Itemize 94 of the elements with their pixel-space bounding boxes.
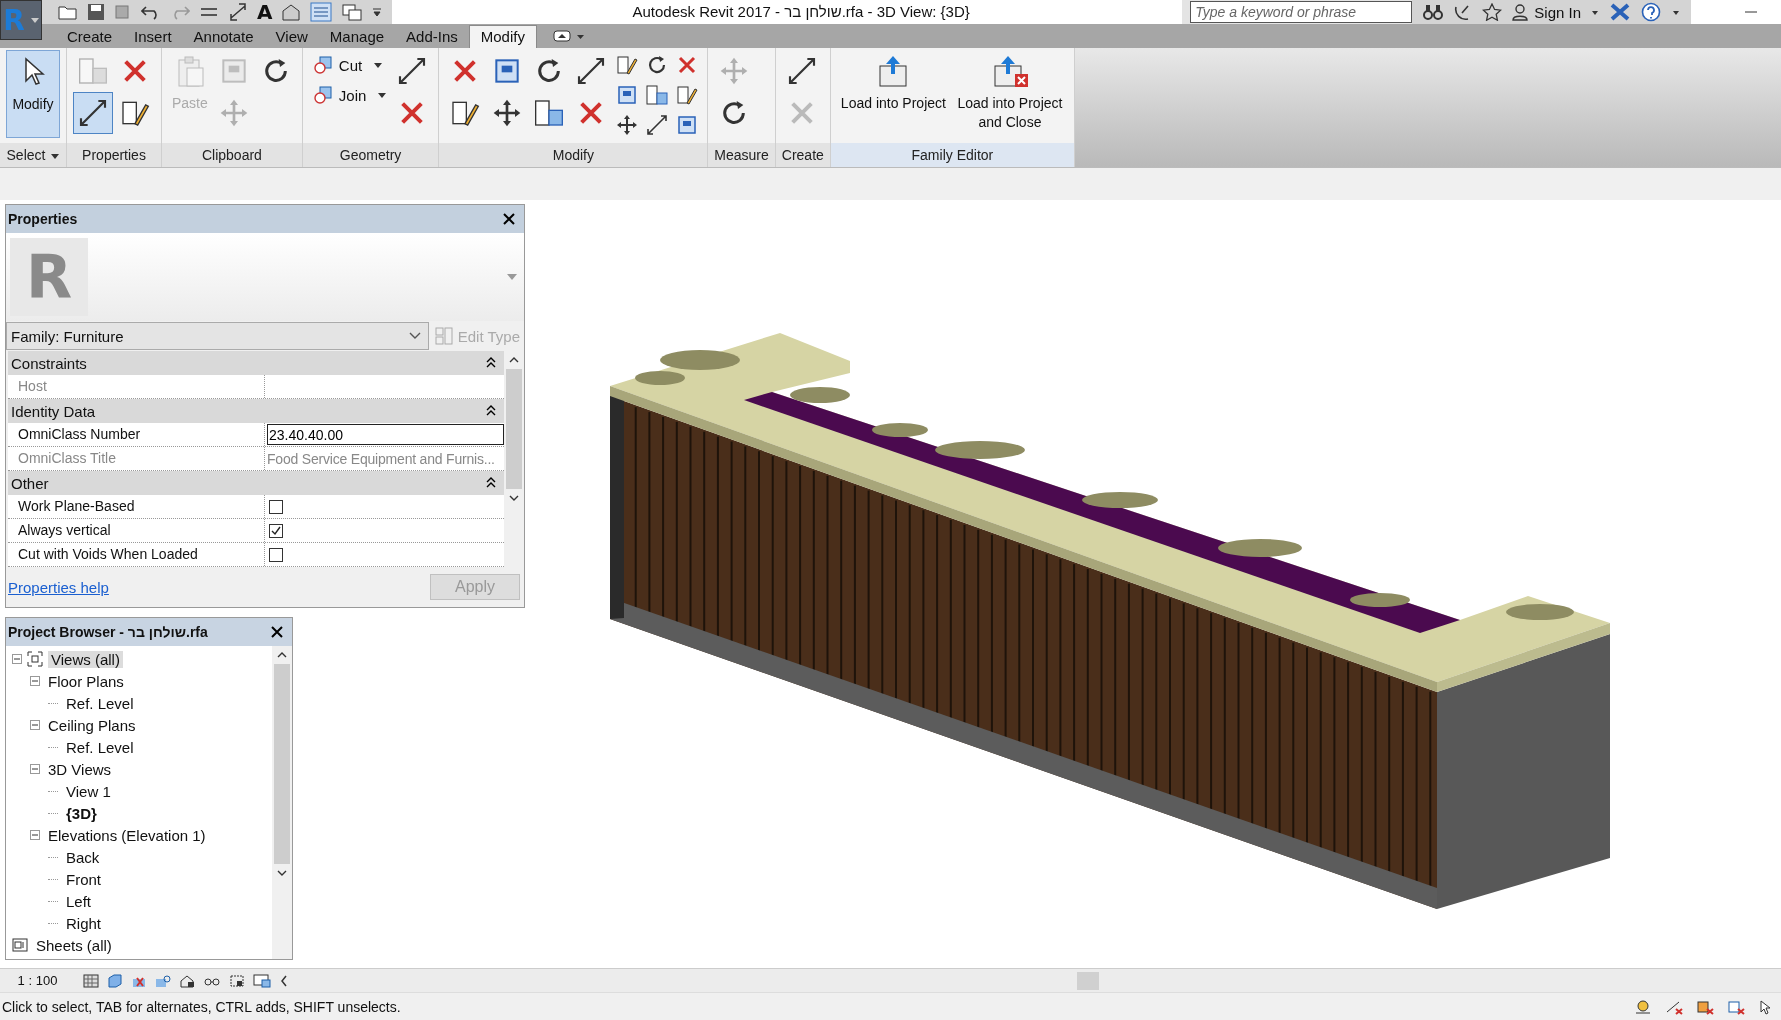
property-value-field[interactable]: 23.40.40.00 (267, 424, 504, 445)
help-icon[interactable] (1640, 2, 1662, 22)
tree-item[interactable]: Ref. Level (63, 738, 137, 756)
text-tool-icon[interactable]: A (257, 2, 273, 22)
collapse-icon[interactable] (486, 405, 496, 417)
collapse-icon[interactable] (486, 477, 496, 489)
tree-item[interactable]: Floor Plans (45, 672, 127, 690)
panel-title: Project Browser - שולחן בר.rfa (8, 624, 208, 640)
close-icon[interactable] (502, 212, 516, 226)
scroll-thumb[interactable] (274, 664, 290, 864)
ribbon-tab[interactable]: Insert (123, 26, 183, 48)
tree-item[interactable]: View 1 (63, 782, 114, 800)
property-value: Food Service Equipment and Furnis... (267, 450, 495, 467)
display-icon[interactable] (253, 973, 271, 988)
panel-label[interactable]: Create (775, 143, 830, 167)
tree-item[interactable]: Ref. Level (63, 694, 137, 712)
ribbon-tab[interactable]: Manage (318, 26, 396, 48)
checkbox[interactable] (269, 523, 283, 538)
panel-label[interactable]: Properties (67, 143, 161, 167)
lock-icon[interactable] (179, 973, 195, 988)
shapes-icon (312, 55, 333, 75)
views-icon (27, 651, 43, 667)
scroll-thumb[interactable] (506, 369, 522, 489)
panel-label[interactable]: Clipboard (162, 143, 302, 167)
panel-label[interactable]: Modify (439, 143, 708, 167)
ribbon-tab[interactable]: Modify (468, 25, 537, 48)
tree-item[interactable]: Left (63, 892, 95, 910)
star-icon[interactable] (1482, 3, 1503, 21)
windows-icon[interactable] (341, 3, 364, 21)
edit-type-icon (434, 327, 453, 345)
tree-item[interactable]: Front (63, 870, 104, 888)
chevron-left-icon[interactable] (279, 973, 289, 988)
ribbon-tab[interactable]: Annotate (182, 26, 265, 48)
select-underlay-icon[interactable] (1695, 998, 1715, 1015)
panel-label[interactable]: Measure (708, 143, 775, 167)
ribbon-button[interactable]: Modify (6, 50, 60, 138)
property-label: OmniClass Title (8, 447, 265, 470)
binoculars-icon[interactable] (1422, 3, 1445, 21)
panel-title: Properties (8, 211, 78, 227)
collapse-icon[interactable] (486, 357, 496, 369)
dimension-icon[interactable] (228, 3, 248, 21)
panel-label[interactable]: Geometry (302, 143, 439, 167)
view-scale[interactable]: 1 : 100 (0, 973, 75, 988)
sheets-icon (12, 937, 28, 953)
property-label: Host (8, 375, 265, 398)
house-icon[interactable] (281, 3, 302, 21)
properties-help-link[interactable]: Properties help (8, 578, 109, 596)
cube-icon[interactable] (107, 973, 123, 988)
search-field[interactable]: Type a keyword or phrase (1190, 1, 1413, 23)
property-group-header[interactable]: Identity Data (8, 399, 504, 423)
window-title: Autodesk Revit 2017 - שולחן בר.rfa - 3D View: {3D} (392, 0, 1183, 24)
user-icon (1511, 3, 1530, 21)
tree-item[interactable]: Back (63, 848, 103, 866)
shadows-icon[interactable] (155, 973, 171, 988)
tree-item[interactable]: Elevations (Elevation 1) (45, 826, 209, 844)
checkbox[interactable] (269, 499, 283, 514)
link-icon[interactable] (1633, 998, 1653, 1015)
tree-item[interactable]: 3D Views (45, 760, 115, 778)
checkbox[interactable] (269, 547, 283, 562)
panel-label[interactable]: Select (0, 143, 66, 167)
ribbon-tab[interactable]: Add-Ins (395, 26, 469, 48)
detail-level-icon[interactable] (83, 973, 99, 988)
ribbon-button[interactable]: Join (308, 80, 391, 110)
close-icon[interactable] (270, 625, 284, 639)
save-icon[interactable] (87, 3, 105, 21)
property-label: Always vertical (8, 519, 265, 542)
ribbon-button[interactable]: Cut (308, 50, 391, 80)
shapes-icon (312, 85, 333, 105)
tree-item[interactable]: Right (63, 914, 105, 932)
scrollbar[interactable] (272, 646, 292, 959)
ribbon-tab[interactable]: View (264, 26, 319, 48)
status-message: Click to select, TAB for alternates, CTRL adds, SHIFT unselects. (1, 998, 401, 1015)
tree-item[interactable]: Sheets (all) (33, 936, 115, 954)
type-selector[interactable]: Family: Furniture (6, 322, 429, 350)
ribbon-button[interactable]: Load into Project and Close (951, 50, 1068, 138)
panel-label[interactable]: Family Editor (830, 143, 1074, 167)
select-pinned-icon[interactable] (1726, 998, 1746, 1015)
ribbon-button[interactable]: Load into Project (836, 50, 950, 138)
sign-in-button[interactable]: Sign In (1511, 3, 1581, 21)
property-group-header[interactable]: Other (8, 471, 504, 495)
property-group-header[interactable]: Constraints (8, 351, 504, 375)
crop-icon[interactable] (229, 973, 245, 988)
property-label: Cut with Voids When Loaded (8, 543, 265, 566)
property-label: OmniClass Number (8, 423, 265, 446)
chevron-down-icon (407, 331, 422, 341)
ribbon-options-icon[interactable] (552, 29, 587, 43)
tree-item[interactable]: Views (all) (48, 650, 123, 668)
ribbon-tab[interactable]: Create (56, 26, 124, 48)
exchange-icon[interactable] (1609, 3, 1631, 21)
tree-item[interactable]: {3D} (63, 804, 100, 822)
family-type-thumbnail: R (10, 238, 88, 316)
tree-item[interactable]: Ceiling Plans (45, 716, 139, 734)
folder-icon[interactable] (58, 3, 78, 21)
property-label: Work Plane-Based (8, 495, 265, 518)
